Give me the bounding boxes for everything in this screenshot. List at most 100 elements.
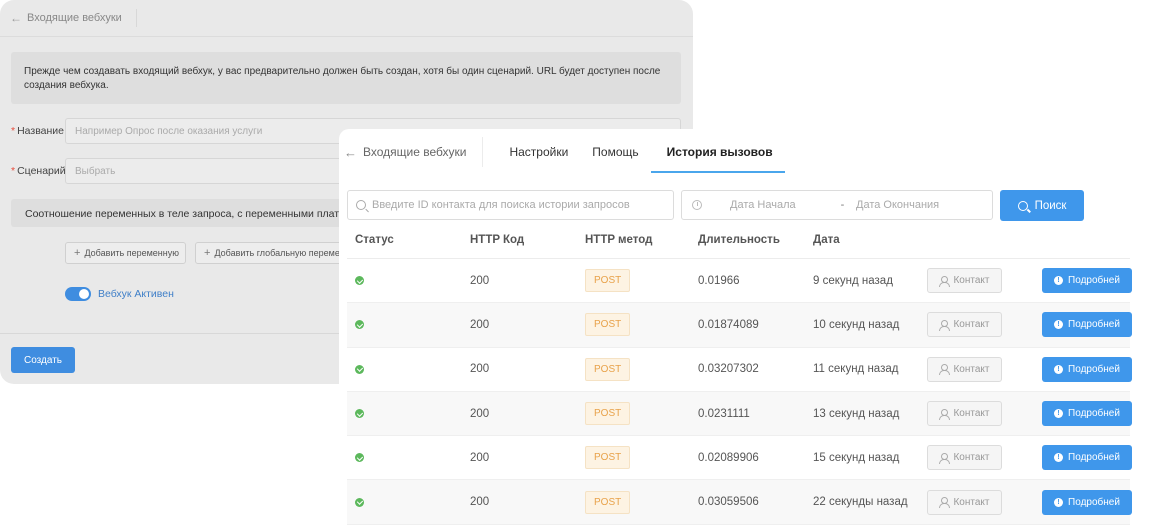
- http-code-cell: 200: [470, 318, 490, 331]
- clock-icon: [692, 200, 702, 210]
- search-button[interactable]: Поиск: [1000, 190, 1084, 221]
- success-check-icon: [355, 497, 364, 507]
- table-row: 200 POST 0.03059506 22 секунды назад Контакт…: [347, 480, 1132, 525]
- person-icon: [939, 275, 951, 287]
- details-cell: ! Подробней: [1042, 480, 1132, 523]
- table-row: 200 POST 0.01874089 10 секунд назад Контакт!…: [347, 303, 1132, 348]
- add-variable-button[interactable]: + Добавить переменную: [65, 242, 186, 264]
- search-icon: [356, 200, 366, 210]
- table-row: 200 POST 0.03207302 11 секунд назад Контакт!…: [347, 348, 1132, 392]
- date-cell: 15 секунд назад: [813, 451, 900, 464]
- contact-cell: Контакт: [927, 303, 1002, 346]
- plus-icon: +: [204, 247, 211, 259]
- table-row: 200 POST 0.0231111 13 секунд назад Контакт! П…: [347, 391, 1132, 437]
- duration-cell: 0.03059506: [698, 496, 759, 509]
- details-button-label: Подробней: [1068, 496, 1120, 508]
- contact-button-label: Контакт: [953, 408, 990, 420]
- history-table-body: 200 POST 0.01966 9 секунд назад Контакт! Подр…: [347, 259, 1132, 525]
- info-note: Прежде чем создавать входящий вебхук, у …: [11, 52, 681, 104]
- person-icon: [939, 408, 951, 420]
- tab-call-history[interactable]: История вызовов: [650, 129, 785, 175]
- contact-button-label: Контакт: [953, 275, 990, 287]
- back-link[interactable]: ← Входящие вебхуки: [344, 137, 484, 167]
- contact-button-label: Контакт: [953, 319, 990, 331]
- required-asterisk: *: [11, 165, 16, 177]
- contact-button[interactable]: Контакт: [927, 312, 1002, 338]
- info-icon: !: [1054, 497, 1064, 507]
- http-code-cell: 200: [470, 274, 490, 287]
- back-panel-title[interactable]: Входящие вебхуки: [27, 12, 122, 24]
- details-button[interactable]: ! Подробней: [1042, 445, 1132, 471]
- date-separator: -: [840, 199, 845, 211]
- contact-button[interactable]: Контакт: [927, 268, 1002, 294]
- duration-cell: 0.01966: [698, 274, 740, 287]
- method-badge: POST: [585, 446, 631, 470]
- name-label: * Название: [11, 125, 65, 137]
- details-button[interactable]: ! Подробней: [1042, 356, 1132, 382]
- contact-cell: Контакт: [927, 480, 1002, 523]
- name-label-text: Название: [17, 125, 65, 137]
- info-icon: !: [1054, 453, 1064, 463]
- date-end-input[interactable]: Дата Окончания: [856, 199, 939, 211]
- column-http-method: HTTP метод: [585, 234, 653, 246]
- date-cell: 9 секунд назад: [813, 274, 893, 287]
- http-code-cell: 200: [470, 451, 490, 464]
- person-icon: [939, 452, 951, 464]
- details-button[interactable]: ! Подробней: [1042, 401, 1132, 427]
- contact-button[interactable]: Контакт: [927, 356, 1002, 382]
- success-check-icon: [355, 276, 364, 286]
- details-button-label: Подробней: [1068, 363, 1120, 375]
- http-method-cell: POST: [585, 480, 631, 523]
- contact-button-label: Контакт: [953, 363, 990, 375]
- search-button-label: Поиск: [1034, 199, 1067, 212]
- status-cell: [355, 303, 364, 346]
- status-cell: [355, 392, 364, 435]
- add-variable-label: Добавить переменную: [84, 248, 179, 258]
- tab-help[interactable]: Помощь: [580, 129, 650, 175]
- create-button[interactable]: Создать: [11, 347, 75, 373]
- date-cell: 10 секунд назад: [813, 318, 900, 331]
- date-range-picker[interactable]: Дата Начала - Дата Окончания: [681, 190, 993, 220]
- details-cell: ! Подробней: [1042, 303, 1132, 346]
- column-duration: Длительность: [698, 234, 780, 246]
- method-badge: POST: [585, 269, 631, 293]
- http-method-cell: POST: [585, 392, 631, 435]
- duration-cell: 0.0231111: [698, 407, 750, 420]
- details-button-label: Подробней: [1068, 275, 1120, 287]
- success-check-icon: [355, 320, 364, 330]
- info-icon: !: [1054, 320, 1064, 330]
- duration-cell: 0.02089906: [698, 451, 759, 464]
- status-cell: [355, 259, 364, 302]
- details-cell: ! Подробней: [1042, 259, 1132, 302]
- webhook-active-toggle[interactable]: [65, 287, 91, 301]
- back-arrow-icon[interactable]: ←: [10, 11, 22, 25]
- contact-button[interactable]: Контакт: [927, 445, 1002, 471]
- required-asterisk: *: [11, 125, 16, 137]
- table-row: 200 POST 0.02089906 15 секунд назад Контакт!…: [347, 436, 1132, 481]
- search-placeholder: Введите ID контакта для поиска истории з…: [372, 199, 630, 211]
- contact-button[interactable]: Контакт: [927, 401, 1002, 427]
- details-button[interactable]: ! Подробней: [1042, 312, 1132, 338]
- person-icon: [939, 319, 951, 331]
- http-method-cell: POST: [585, 303, 631, 346]
- back-arrow-icon: ←: [344, 144, 357, 160]
- http-method-cell: POST: [585, 259, 631, 302]
- webhook-active-toggle-row: Вебхук Активен: [65, 287, 174, 301]
- duration-cell: 0.01874089: [698, 318, 759, 331]
- tab-settings[interactable]: Настройки: [497, 129, 580, 175]
- table-row: 200 POST 0.01966 9 секунд назад Контакт ! Подр…: [347, 259, 1132, 304]
- http-code-cell: 200: [470, 407, 490, 420]
- details-button[interactable]: ! Подробней: [1042, 268, 1132, 294]
- date-start-input[interactable]: Дата Начала: [730, 199, 830, 211]
- details-button-label: Подробней: [1068, 452, 1120, 464]
- method-badge: POST: [585, 357, 631, 381]
- details-cell: ! Подробней: [1042, 436, 1132, 479]
- column-status: Статус: [355, 234, 394, 246]
- contact-search-input[interactable]: Введите ID контакта для поиска истории з…: [347, 190, 674, 220]
- details-button[interactable]: ! Подробней: [1042, 489, 1132, 515]
- contact-cell: Контакт: [927, 392, 1002, 435]
- contact-cell: Контакт: [927, 436, 1002, 479]
- contact-button[interactable]: Контакт: [927, 489, 1002, 515]
- header-divider: [135, 9, 137, 27]
- date-cell: 11 секунд назад: [813, 363, 899, 376]
